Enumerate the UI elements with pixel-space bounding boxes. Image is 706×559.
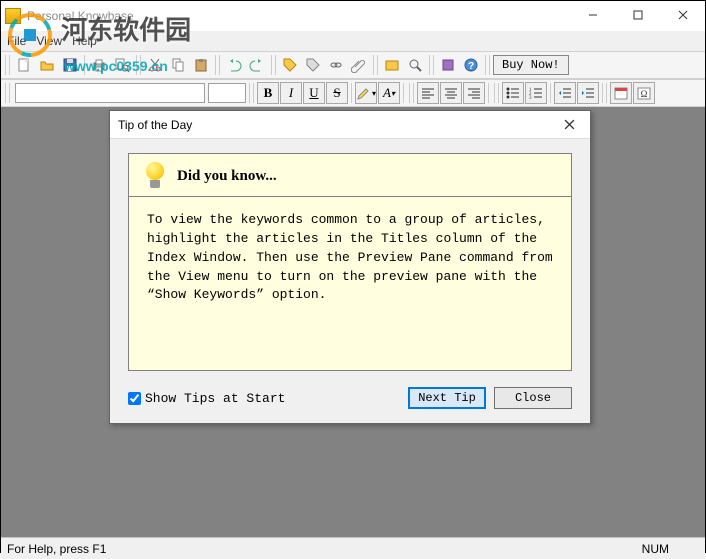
minimize-button[interactable] bbox=[570, 1, 615, 29]
toolbar-handle[interactable] bbox=[409, 83, 414, 103]
highlight-icon[interactable]: ▾ bbox=[355, 82, 377, 104]
toolbar-handle[interactable] bbox=[5, 83, 10, 103]
link-icon[interactable] bbox=[325, 54, 347, 76]
untag-icon[interactable] bbox=[302, 54, 324, 76]
window-title: Personal Knowbase bbox=[27, 9, 134, 23]
toolbar-handle[interactable] bbox=[215, 55, 220, 75]
close-button[interactable] bbox=[660, 1, 705, 29]
window-controls bbox=[570, 1, 705, 29]
toolbar-handle[interactable] bbox=[429, 55, 434, 75]
new-file-icon[interactable] bbox=[13, 54, 35, 76]
copy-icon[interactable] bbox=[167, 54, 189, 76]
status-num-indicator: NUM bbox=[642, 542, 669, 556]
dialog-titlebar[interactable]: Tip of the Day bbox=[110, 111, 590, 139]
status-help-text: For Help, press F1 bbox=[7, 542, 106, 556]
svg-text:3: 3 bbox=[529, 96, 532, 101]
window-titlebar: Personal Knowbase bbox=[1, 1, 705, 31]
buy-now-button[interactable]: Buy Now! bbox=[493, 55, 569, 75]
font-family-select[interactable] bbox=[15, 83, 205, 103]
bold-button[interactable]: B bbox=[257, 82, 279, 104]
tip-heading: Did you know... bbox=[177, 168, 277, 185]
show-tips-label: Show Tips at Start bbox=[145, 391, 285, 406]
indent-icon[interactable] bbox=[577, 82, 599, 104]
main-toolbar: ? Buy Now! bbox=[1, 51, 705, 79]
next-tip-button[interactable]: Next Tip bbox=[408, 387, 486, 409]
toolbar-handle[interactable] bbox=[5, 55, 10, 75]
svg-text:?: ? bbox=[468, 61, 474, 72]
redo-icon[interactable] bbox=[246, 54, 268, 76]
toolbar-handle[interactable] bbox=[602, 83, 607, 103]
dialog-close-button[interactable] bbox=[556, 115, 582, 135]
maximize-button[interactable] bbox=[615, 1, 660, 29]
close-dialog-button[interactable]: Close bbox=[494, 387, 572, 409]
find-icon[interactable] bbox=[404, 54, 426, 76]
toolbar-handle[interactable] bbox=[249, 83, 254, 103]
strike-button[interactable]: S bbox=[326, 82, 348, 104]
menubar: File View Help bbox=[1, 31, 705, 51]
menu-file[interactable]: File bbox=[7, 34, 26, 48]
app-icon bbox=[5, 8, 21, 24]
italic-button[interactable]: I bbox=[280, 82, 302, 104]
print-icon[interactable] bbox=[88, 54, 110, 76]
font-color-icon[interactable]: A▾ bbox=[378, 82, 400, 104]
align-right-icon[interactable] bbox=[463, 82, 485, 104]
print-preview-icon[interactable] bbox=[111, 54, 133, 76]
toolbar-handle[interactable] bbox=[271, 55, 276, 75]
dialog-title-text: Tip of the Day bbox=[118, 118, 192, 132]
paste-icon[interactable] bbox=[190, 54, 212, 76]
align-center-icon[interactable] bbox=[440, 82, 462, 104]
symbol-icon[interactable]: Ω bbox=[633, 82, 655, 104]
align-left-icon[interactable] bbox=[417, 82, 439, 104]
save-icon[interactable] bbox=[59, 54, 81, 76]
tag-icon[interactable] bbox=[279, 54, 301, 76]
menu-help[interactable]: Help bbox=[72, 34, 97, 48]
toolbar-handle[interactable] bbox=[494, 83, 499, 103]
lightbulb-icon bbox=[143, 162, 167, 190]
bullet-list-icon[interactable] bbox=[502, 82, 524, 104]
show-tips-checkbox[interactable]: Show Tips at Start bbox=[128, 391, 285, 406]
undo-icon[interactable] bbox=[223, 54, 245, 76]
tip-body-text: To view the keywords common to a group o… bbox=[129, 197, 571, 319]
tip-panel: Did you know... To view the keywords com… bbox=[128, 153, 572, 371]
statusbar: For Help, press F1 NUM bbox=[1, 537, 705, 559]
date-icon[interactable] bbox=[610, 82, 632, 104]
number-list-icon[interactable]: 123 bbox=[525, 82, 547, 104]
toolbar-handle[interactable] bbox=[136, 55, 141, 75]
toolbar-handle[interactable] bbox=[485, 55, 490, 75]
font-size-select[interactable] bbox=[208, 83, 246, 103]
cut-icon[interactable] bbox=[144, 54, 166, 76]
outdent-icon[interactable] bbox=[554, 82, 576, 104]
tip-of-day-dialog: Tip of the Day Did you know... To view t… bbox=[109, 110, 591, 424]
underline-button[interactable]: U bbox=[303, 82, 325, 104]
new-article-icon[interactable] bbox=[381, 54, 403, 76]
help-icon[interactable]: ? bbox=[460, 54, 482, 76]
client-area: Tip of the Day Did you know... To view t… bbox=[1, 107, 705, 537]
svg-text:Ω: Ω bbox=[641, 89, 648, 99]
attach-icon[interactable] bbox=[348, 54, 370, 76]
menu-view[interactable]: View bbox=[36, 34, 62, 48]
format-toolbar: B I U S ▾ A▾ 123 Ω bbox=[1, 79, 705, 107]
show-tips-input[interactable] bbox=[128, 392, 141, 405]
open-folder-icon[interactable] bbox=[36, 54, 58, 76]
toolbar-handle[interactable] bbox=[373, 55, 378, 75]
book-icon[interactable] bbox=[437, 54, 459, 76]
